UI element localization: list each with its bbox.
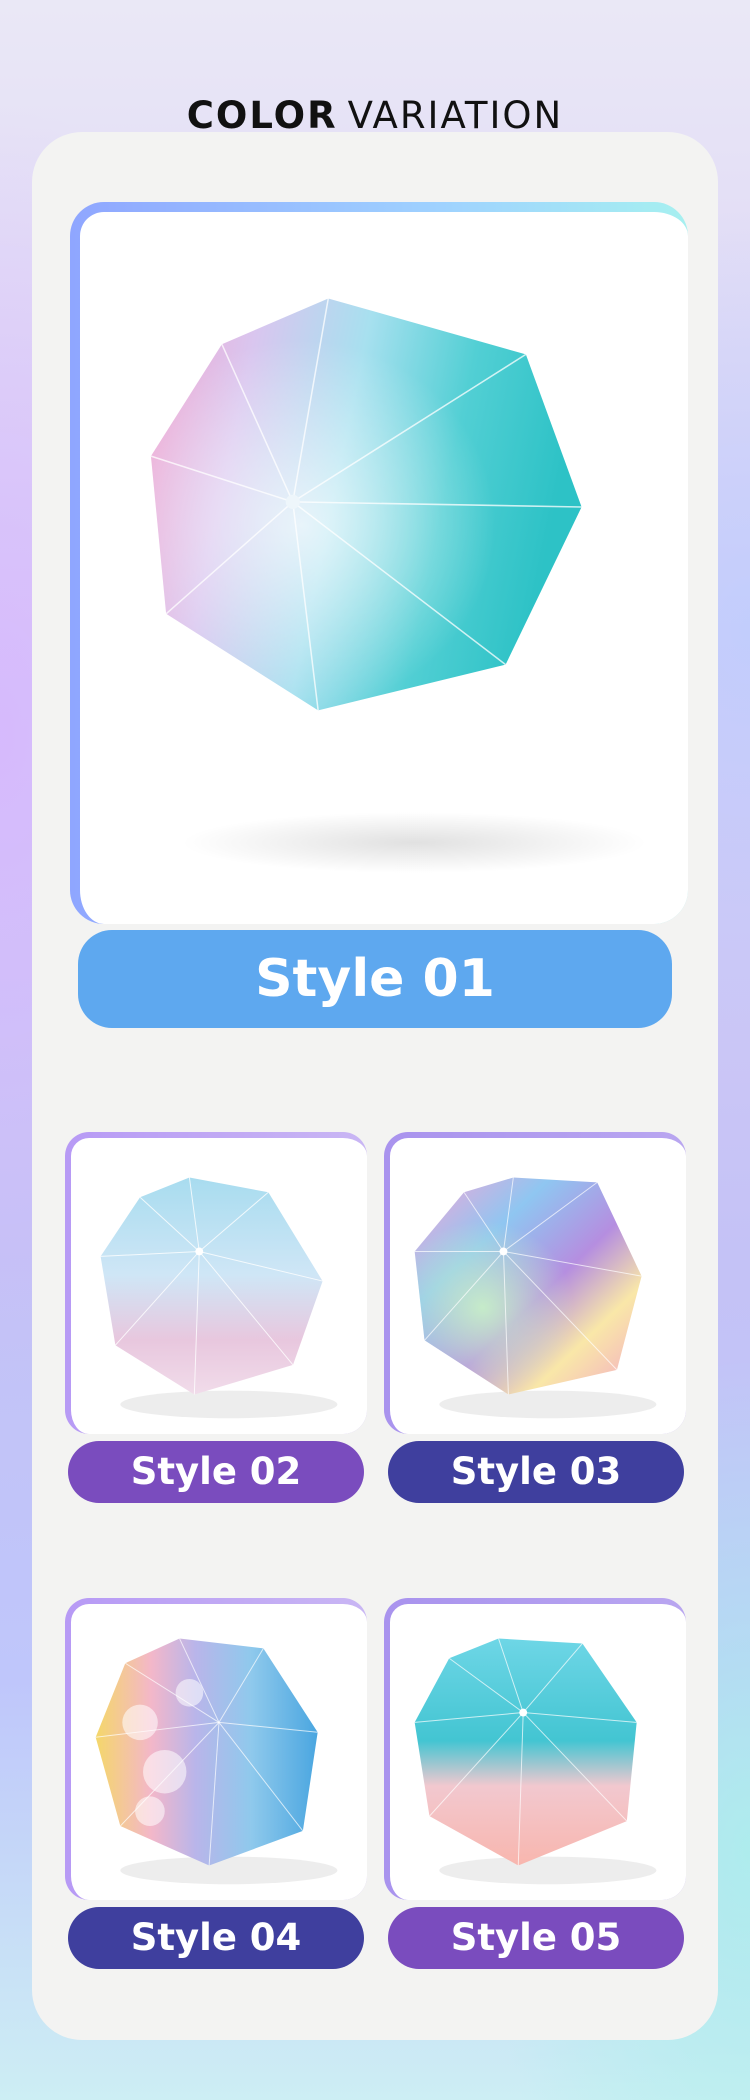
umbrella-image — [414, 1177, 657, 1419]
style-05-image-frame[interactable] — [384, 1598, 686, 1900]
style-01-image-frame[interactable] — [70, 202, 688, 924]
umbrella-image — [150, 298, 648, 874]
style-03-label[interactable]: Style 03 — [388, 1441, 684, 1503]
style-04-label[interactable]: Style 04 — [68, 1907, 364, 1969]
style-02-image-frame[interactable] — [65, 1132, 367, 1434]
style-01-label[interactable]: Style 01 — [78, 930, 672, 1028]
style-02-label[interactable]: Style 02 — [68, 1441, 364, 1503]
umbrella-image — [414, 1638, 657, 1885]
title-bold-word: COLOR — [186, 94, 338, 137]
style-04-image-frame[interactable] — [65, 1598, 367, 1900]
umbrella-image — [95, 1638, 338, 1885]
title-light-word: VARIATION — [347, 94, 564, 137]
style-05-label[interactable]: Style 05 — [388, 1907, 684, 1969]
style-03-image-frame[interactable] — [384, 1132, 686, 1434]
umbrella-image — [100, 1177, 338, 1419]
